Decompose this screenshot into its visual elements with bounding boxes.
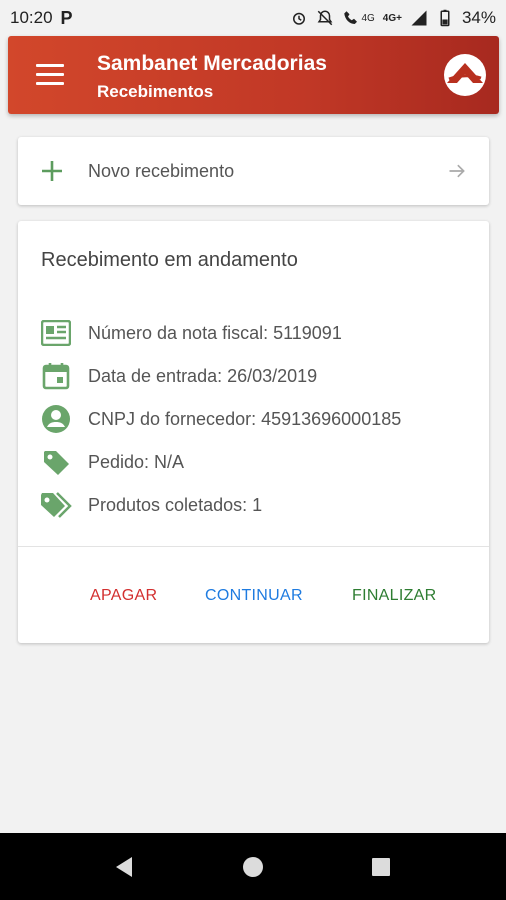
arrow-right-icon xyxy=(449,164,465,178)
network-label: 4G+ xyxy=(382,12,402,24)
invoice-number-row: Número da nota fiscal: 5119091 xyxy=(40,317,342,349)
continue-button[interactable]: CONTINUAR xyxy=(205,587,303,605)
tags-icon xyxy=(40,489,72,521)
receipt-in-progress-card: Recebimento em andamento Número da nota … xyxy=(18,221,489,643)
home-icon[interactable] xyxy=(241,855,265,879)
supplier-cnpj-row: CNPJ do fornecedor: 45913696000185 xyxy=(40,403,401,435)
page-subtitle: Recebimentos xyxy=(97,82,214,101)
alarm-icon xyxy=(293,12,306,25)
hamburger-line xyxy=(36,73,64,76)
invoice-number-text: Número da nota fiscal: 5119091 xyxy=(88,322,342,343)
back-icon[interactable] xyxy=(112,855,136,879)
battery-percent: 34% xyxy=(461,8,496,27)
status-bar: 10:20 P 4G 4G+ 34% xyxy=(0,0,506,36)
collected-products-text: Produtos coletados: 1 xyxy=(88,494,263,515)
menu-button[interactable] xyxy=(36,64,64,86)
newspaper-icon xyxy=(40,317,72,349)
phone-icon xyxy=(344,11,358,24)
account-circle-icon xyxy=(40,403,72,435)
recent-apps-icon[interactable] xyxy=(369,855,393,879)
collected-products-row: Produtos coletados: 1 xyxy=(40,489,262,521)
supplier-cnpj-text: CNPJ do fornecedor: 45913696000185 xyxy=(88,408,402,429)
battery-icon xyxy=(440,9,450,27)
tag-icon xyxy=(40,446,72,478)
new-receipt-label: Novo recebimento xyxy=(88,161,235,181)
sambanet-logo-icon xyxy=(444,54,486,96)
entry-date-row: Data de entrada: 26/03/2019 xyxy=(40,360,317,392)
card-title: Recebimento em andamento xyxy=(41,249,298,271)
app-bar: Sambanet Mercadorias Recebimentos xyxy=(8,36,499,114)
order-row: Pedido: N/A xyxy=(40,446,184,478)
calendar-icon xyxy=(40,360,72,392)
parking-app-icon: P xyxy=(60,7,73,28)
call-4g-icon: 4G xyxy=(342,9,375,27)
order-text: Pedido: N/A xyxy=(88,451,185,472)
delete-button[interactable]: APAGAR xyxy=(90,587,157,605)
finish-button[interactable]: FINALIZAR xyxy=(352,587,437,605)
signal-icon xyxy=(411,10,427,26)
status-icons: 4G 4G+ 34% xyxy=(290,8,496,28)
plus-icon xyxy=(42,161,62,181)
app-title: Sambanet Mercadorias xyxy=(97,52,327,75)
network-small-label: 4G xyxy=(361,12,375,24)
notifications-off-icon xyxy=(318,10,333,26)
hamburger-line xyxy=(36,64,64,67)
status-time: 10:20 xyxy=(10,8,53,27)
system-nav-bar xyxy=(0,833,506,900)
hamburger-line xyxy=(36,82,64,85)
new-receipt-card[interactable]: Novo recebimento xyxy=(18,137,489,205)
entry-date-text: Data de entrada: 26/03/2019 xyxy=(88,365,318,386)
divider xyxy=(18,546,489,547)
